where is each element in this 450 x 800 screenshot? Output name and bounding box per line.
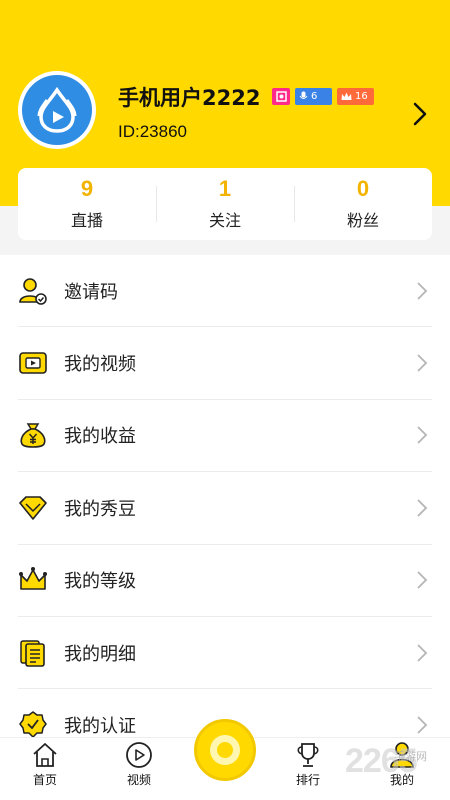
- user-id: ID:23860: [118, 122, 187, 141]
- menu-item-my-earnings[interactable]: 我的收益: [18, 400, 432, 473]
- document-icon: [18, 638, 48, 668]
- user-level-badge: 16: [337, 88, 374, 105]
- stat-live-count: 9: [80, 176, 94, 201]
- menu-item-label: 我的视频: [64, 354, 136, 376]
- watermark-text: 手游网: [394, 750, 427, 763]
- microphone-icon: [299, 91, 308, 99]
- menu-item-label: 邀请码: [64, 281, 118, 303]
- menu-item-label: 我的明细: [64, 643, 136, 665]
- user-badges: 6 16: [272, 88, 374, 105]
- chevron-right-icon: [417, 716, 428, 734]
- anchor-level-badge: 6: [295, 88, 332, 105]
- chevron-right-icon: [417, 644, 428, 662]
- menu-list: 邀请码 我的视频 我的收益 我的秀豆 我的等级 我的明细 我的认证: [0, 255, 450, 737]
- home-icon: [31, 741, 59, 769]
- chevron-right-icon: [417, 426, 428, 445]
- menu-item-label: 我的等级: [64, 571, 136, 593]
- menu-item-my-beans[interactable]: 我的秀豆: [18, 472, 432, 545]
- video-icon: [18, 348, 48, 378]
- tab-video-label: 视频: [126, 773, 151, 787]
- menu-item-my-details[interactable]: 我的明细: [18, 617, 432, 690]
- camera-lens-icon: [210, 735, 240, 765]
- invite-icon: [18, 276, 48, 306]
- money-bag-icon: [18, 420, 48, 450]
- stat-fans[interactable]: 0 粉丝: [294, 168, 432, 240]
- menu-item-label: 我的秀豆: [64, 498, 136, 520]
- trophy-icon: [294, 741, 322, 769]
- stat-following-label: 关注: [208, 211, 241, 230]
- profile-chevron-right-icon[interactable]: [412, 101, 428, 127]
- user-level-value: 16: [355, 91, 368, 102]
- stats-card: 9 直播 1 关注 0 粉丝: [18, 168, 432, 240]
- username: 手机用户2222: [118, 86, 261, 110]
- tab-ranking-label: 排行: [295, 773, 320, 787]
- app-logo-icon: [22, 75, 92, 145]
- chevron-right-icon: [417, 499, 428, 517]
- tab-home[interactable]: 首页: [15, 738, 75, 800]
- stat-live-label: 直播: [70, 211, 103, 230]
- menu-item-my-videos[interactable]: 我的视频: [18, 327, 432, 400]
- tab-home-label: 首页: [32, 773, 57, 787]
- stat-following[interactable]: 1 关注: [156, 168, 294, 240]
- chevron-right-icon: [417, 282, 428, 300]
- menu-item-label: 我的收益: [64, 426, 136, 448]
- center-live-button[interactable]: [194, 719, 256, 781]
- stat-fans-label: 粉丝: [346, 211, 379, 230]
- tab-ranking[interactable]: 排行: [278, 738, 338, 800]
- menu-item-invite-code[interactable]: 邀请码: [18, 255, 432, 328]
- play-icon: [125, 741, 153, 769]
- avatar[interactable]: [18, 71, 96, 149]
- chevron-right-icon: [417, 354, 428, 372]
- crown-icon: [18, 565, 48, 595]
- verified-icon: [18, 710, 48, 737]
- menu-item-label: 我的认证: [64, 716, 136, 737]
- chevron-right-icon: [417, 571, 428, 589]
- diamond-icon: [18, 493, 48, 523]
- crown-small-icon: [341, 92, 352, 100]
- menu-item-my-level[interactable]: 我的等级: [18, 545, 432, 617]
- stat-following-count: 1: [218, 176, 232, 201]
- live-badge-icon: [272, 88, 290, 105]
- tab-video[interactable]: 视频: [109, 738, 169, 800]
- stat-live[interactable]: 9 直播: [18, 168, 156, 240]
- stat-fans-count: 0: [356, 176, 370, 201]
- anchor-level-value: 6: [311, 91, 318, 102]
